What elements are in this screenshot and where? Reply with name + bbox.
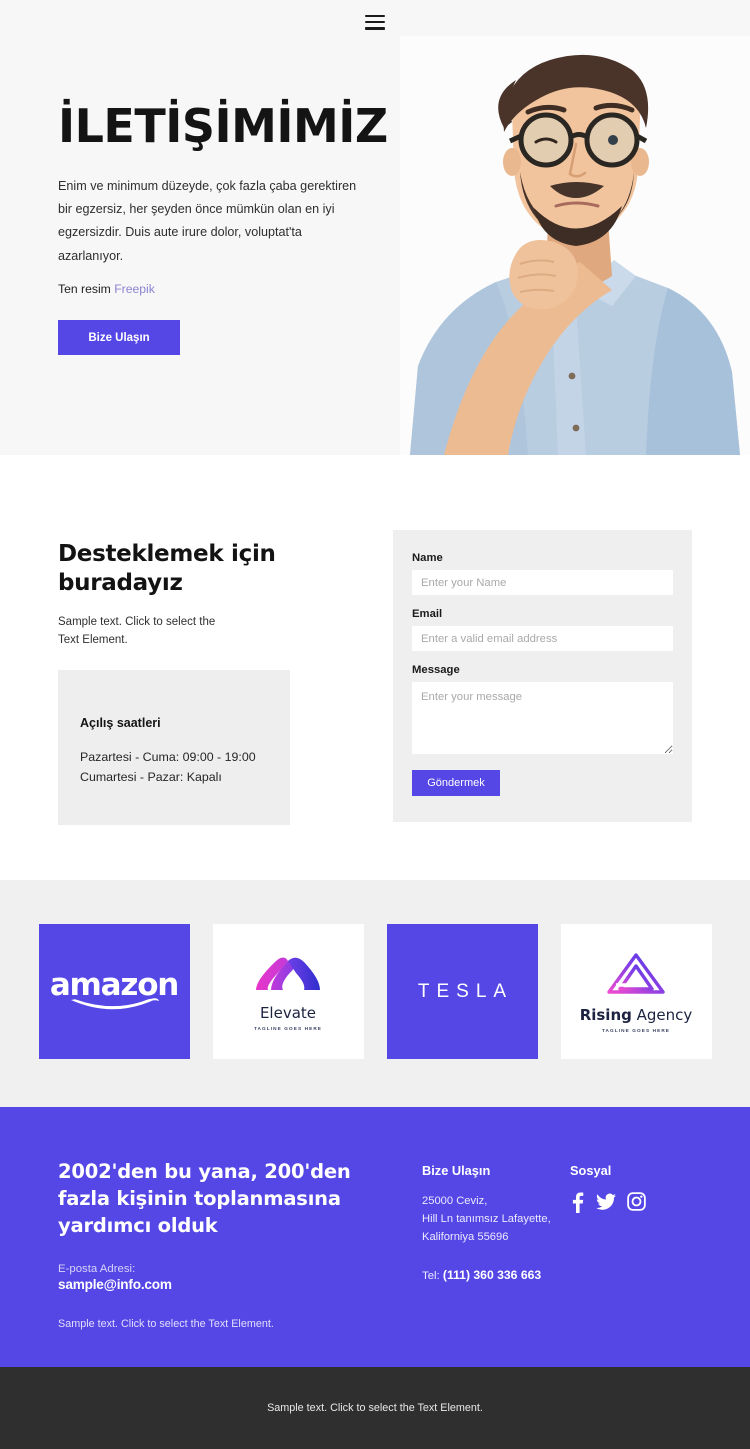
- elevate-chevron-icon: [255, 957, 320, 990]
- burger-line: [365, 14, 385, 18]
- name-input[interactable]: [412, 570, 673, 595]
- social-links-row: [570, 1192, 720, 1213]
- footer-email-label: E-posta Adresi:: [58, 1263, 136, 1275]
- footer-social-heading: Sosyal: [570, 1163, 612, 1178]
- partner-logos-row: amazon Elevate TAGLINE GOES HERE TESLA R…: [0, 924, 750, 1059]
- facebook-icon[interactable]: [570, 1192, 585, 1213]
- logo-card-amazon[interactable]: amazon: [38, 924, 190, 1059]
- opening-hours-title: Açılış saatleri: [80, 715, 161, 730]
- footer-telephone: Tel: (111) 360 336 663: [422, 1268, 582, 1282]
- message-field-label: Message: [412, 664, 460, 676]
- freepik-link[interactable]: Freepik: [114, 282, 155, 296]
- twitter-icon[interactable]: [596, 1192, 616, 1213]
- image-credit: Ten resim Freepik: [58, 282, 408, 296]
- email-input[interactable]: [412, 626, 673, 651]
- footer-social-column: Sosyal: [570, 1163, 720, 1213]
- email-field-label: Email: [412, 608, 443, 620]
- tesla-wordmark: TESLA: [417, 980, 514, 1002]
- hero-section: İLETİŞİMİMİZ Enim ve minimum düzeyde, ço…: [0, 0, 750, 455]
- footer-claim: 2002'den bu yana, 200'den fazla kişinin …: [58, 1160, 351, 1237]
- contact-us-button[interactable]: Bize Ulaşın: [58, 320, 180, 356]
- footer-contact-heading: Bize Ulaşın: [422, 1163, 491, 1178]
- partner-logos-section: amazon Elevate TAGLINE GOES HERE TESLA R…: [0, 880, 750, 1107]
- footer-tel-value[interactable]: (111) 360 336 663: [443, 1268, 541, 1282]
- logo-card-rising-agency[interactable]: Rising Agency TAGLINE GOES HERE: [560, 924, 712, 1059]
- contact-form: Name Email Message Göndermek: [393, 530, 692, 822]
- rising-agency-logo: Rising Agency TAGLINE GOES HERE: [580, 951, 693, 1033]
- opening-hours-weekend: Cumartesi - Pazar: Kapalı: [80, 769, 222, 784]
- footer-contact-column: Bize Ulaşın 25000 Ceviz, Hill Ln tanımsı…: [422, 1163, 582, 1282]
- contact-heading: Desteklemek için buradayız: [58, 541, 276, 597]
- burger-line: [365, 20, 385, 24]
- opening-hours-weekday: Pazartesi - Cuma: 09:00 - 19:00: [80, 749, 256, 764]
- hamburger-menu-icon[interactable]: [365, 14, 385, 30]
- rising-agency-tagline: TAGLINE GOES HERE: [601, 1027, 671, 1033]
- hero-copy: İLETİŞİMİMİZ Enim ve minimum düzeyde, ço…: [58, 99, 408, 356]
- footer-note-left: Sample text. Click to select the Text El…: [58, 1318, 274, 1330]
- rising-agency-triangle-icon: [607, 952, 665, 994]
- opening-hours-box: Açılış saatleri Pazartesi - Cuma: 09:00 …: [58, 669, 290, 825]
- image-credit-prefix: Ten resim: [58, 282, 111, 297]
- bottom-bar-text: Sample text. Click to select the Text El…: [267, 1402, 483, 1414]
- footer-email-value[interactable]: sample@info.com: [58, 1277, 172, 1292]
- footer-tel-label: Tel:: [422, 1270, 440, 1283]
- burger-line: [365, 26, 385, 30]
- instagram-icon[interactable]: [627, 1192, 646, 1213]
- landing-page: İLETİŞİMİMİZ Enim ve minimum düzeyde, ço…: [0, 0, 750, 1449]
- amazon-logo: amazon: [49, 967, 180, 1013]
- site-footer: 2002'den bu yana, 200'den fazla kişinin …: [0, 1107, 750, 1367]
- hero-photo: [400, 36, 750, 455]
- logo-card-elevate[interactable]: Elevate TAGLINE GOES HERE: [212, 924, 364, 1059]
- elevate-wordmark: Elevate: [259, 1003, 317, 1022]
- footer-address: 25000 Ceviz, Hill Ln tanımsız Lafayette,…: [422, 1195, 551, 1244]
- rising-agency-word-bold: Rising: [579, 1005, 632, 1024]
- bottom-bar: Sample text. Click to select the Text El…: [0, 1367, 750, 1449]
- contact-subtext: Sample text. Click to select the Text El…: [58, 615, 216, 647]
- contact-section: Desteklemek için buradayız Sample text. …: [0, 455, 750, 880]
- logo-card-tesla[interactable]: TESLA: [386, 924, 538, 1059]
- submit-button[interactable]: Göndermek: [412, 770, 500, 796]
- name-field-label: Name: [412, 552, 443, 564]
- rising-agency-word-light: Agency: [631, 1005, 693, 1024]
- amazon-wordmark: amazon: [49, 967, 180, 1003]
- hero-paragraph: Enim ve minimum düzeyde, çok fazla çaba …: [58, 178, 357, 263]
- contact-info-column: Desteklemek için buradayız Sample text. …: [58, 540, 358, 825]
- elevate-logo: Elevate TAGLINE GOES HERE: [254, 953, 322, 1031]
- message-textarea[interactable]: [412, 682, 673, 754]
- elevate-tagline: TAGLINE GOES HERE: [253, 1025, 323, 1031]
- top-navigation-bar: [0, 0, 750, 44]
- rising-agency-wordmark: Rising Agency: [580, 1006, 693, 1024]
- page-title: İLETİŞİMİMİZ: [58, 99, 388, 153]
